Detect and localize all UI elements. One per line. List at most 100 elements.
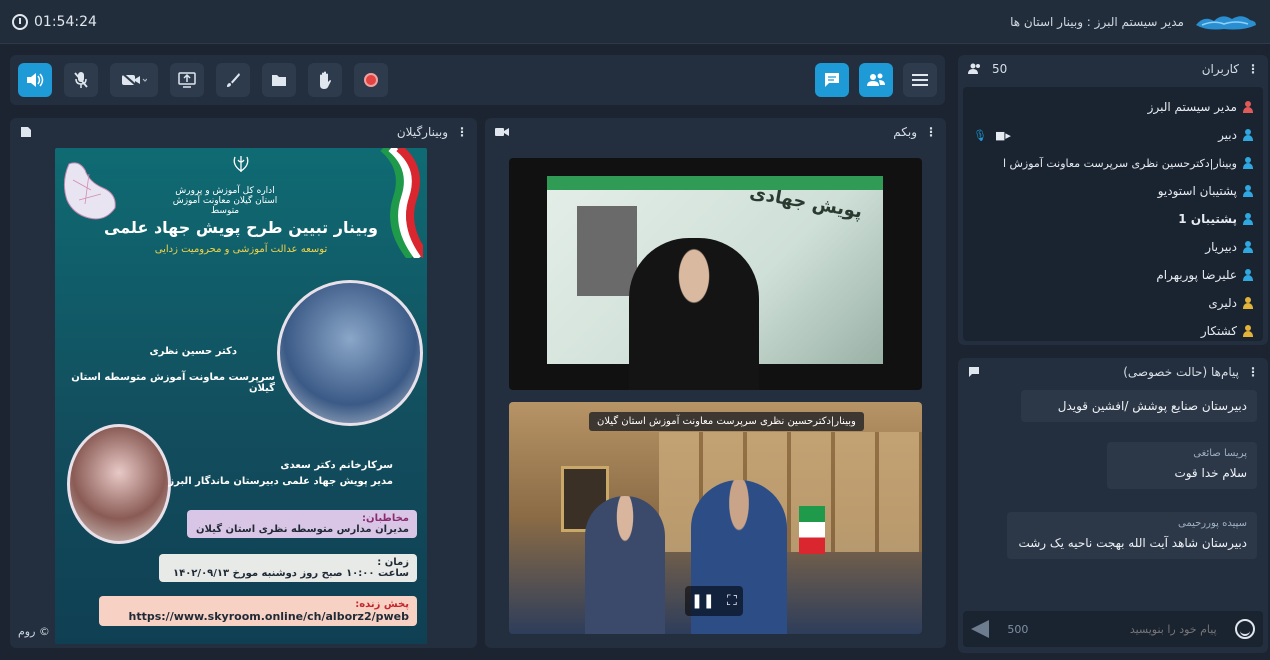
- message-body: سلام خدا قوت: [1174, 466, 1247, 480]
- poster-org: اداره کل آموزش و پرورش استان گیلان معاون…: [172, 186, 278, 216]
- webinar-poster: اداره کل آموزش و پرورش استان گیلان معاون…: [55, 148, 427, 644]
- chat-input-bar: 500: [963, 611, 1263, 647]
- user-row[interactable]: 🎙 ■▸ دبیر: [963, 121, 1263, 149]
- panel-options-icon[interactable]: ⋮: [456, 125, 468, 139]
- video-controls: ❚❚ ⛶: [685, 586, 743, 616]
- webcam-options-icon[interactable]: ⋮: [925, 125, 937, 139]
- chat-bubble-icon: [969, 367, 979, 377]
- emoji-icon[interactable]: [1234, 619, 1255, 639]
- time-text: ساعت ۱۰:۰۰ صبح روز دوشنبه مورخ ۱۴۰۲/۰۹/۱…: [173, 568, 409, 579]
- audience-label: مخاطبان:: [362, 513, 409, 524]
- user-name: پشتیبان استودیو: [1157, 184, 1237, 198]
- user-row[interactable]: دبیریار: [963, 233, 1263, 261]
- user-name: کشتکار: [1200, 324, 1237, 338]
- menu-button[interactable]: [903, 63, 937, 97]
- speaker-icon: [27, 73, 44, 87]
- presentation-title: وبینارگیلان: [396, 125, 448, 139]
- chat-message: سپیده پوررحیمی دبیرستان شاهد آیت الله به…: [1007, 512, 1257, 559]
- speaker1-photo: [277, 280, 423, 426]
- chat-options-icon[interactable]: ⋮: [1247, 365, 1259, 379]
- user-row[interactable]: مدیر سیستم البرز: [963, 93, 1263, 121]
- poster-subtitle: توسعه عدالت آموزشی و محرومیت زدایی: [154, 244, 328, 255]
- skyroom-logo-icon: [1196, 15, 1256, 29]
- video1-speaker: [629, 238, 759, 390]
- users-panel: 50 ⋮ کاربران مدیر سیستم البرز 🎙 ■▸ دبیر و…: [958, 55, 1268, 345]
- audience-box: مخاطبان: مدیران مدارس متوسطه نظری استان …: [187, 510, 417, 538]
- chat-panel: ⋮ پیام‌ها (حالت خصوصی) دبیرستان صنایع پو…: [958, 358, 1268, 653]
- session-timer: 01:54:24: [12, 13, 97, 30]
- webcam-panel: ⋮ وبکم پویش جهادی وبینار|دکترحسین نظری س…: [485, 118, 946, 648]
- user-name: دلیری: [1208, 296, 1237, 310]
- user-row[interactable]: دلیری: [963, 289, 1263, 317]
- user-row[interactable]: کشتکار: [963, 317, 1263, 345]
- users-icon: [867, 73, 885, 86]
- room-title: مدیر سیستم البرز : وبینار استان ها: [1010, 14, 1184, 29]
- speaker1-role: سرپرست معاونت آموزش متوسطه استان گیلان: [71, 372, 275, 394]
- video2-caption: وبینار|دکترحسین نظری سرپرست معاونت آموزش…: [589, 412, 864, 431]
- live-label: پخش زنده:: [355, 599, 409, 610]
- share-screen-button[interactable]: [170, 63, 204, 97]
- speaker2-role: مدیر پویش جهاد علمی دبیرستان ماندگار الب…: [168, 476, 393, 487]
- slide-photo: [577, 206, 637, 296]
- user-row[interactable]: پشتیبان استودیو: [963, 177, 1263, 205]
- chat-message: پریسا صائغی سلام خدا قوت: [1107, 442, 1257, 489]
- user-row[interactable]: وبینار|دکترحسین نظری سرپرست معاونت آموزش…: [963, 149, 1263, 177]
- mic-icon: 🎙: [973, 128, 987, 142]
- send-icon[interactable]: [971, 620, 989, 638]
- hamburger-icon: [912, 74, 928, 86]
- speaker-button[interactable]: [18, 63, 52, 97]
- user-name: مدیر سیستم البرز: [1147, 100, 1237, 114]
- webcam-video-2[interactable]: وبینار|دکترحسین نظری سرپرست معاونت آموزش…: [509, 402, 922, 634]
- presentation-header: ⋮ وبینارگیلان: [10, 118, 477, 146]
- raise-hand-button[interactable]: [308, 63, 342, 97]
- files-button[interactable]: [262, 63, 296, 97]
- users-toggle-button[interactable]: [859, 63, 893, 97]
- fullscreen-icon[interactable]: ⛶: [727, 593, 737, 609]
- chat-messages: دبیرستان صنایع پوشش /افشین قویدل پریسا ص…: [963, 390, 1263, 602]
- users-count: 50: [992, 62, 1008, 76]
- live-url[interactable]: https://www.skyroom.online/ch/alborz2/pw…: [107, 610, 409, 623]
- chat-toggle-button[interactable]: [815, 63, 849, 97]
- char-count: 500: [1007, 622, 1029, 636]
- pause-icon[interactable]: ❚❚: [691, 593, 714, 609]
- chat-message: دبیرستان صنایع پوشش /افشین قویدل: [1021, 390, 1257, 422]
- user-icon: [1243, 325, 1253, 337]
- webcam-header: ⋮ وبکم: [485, 118, 946, 146]
- webcam-video-1[interactable]: پویش جهادی: [509, 158, 922, 390]
- iran-flag-ribbon-icon: [380, 148, 423, 258]
- time-box: زمان : ساعت ۱۰:۰۰ صبح روز دوشنبه مورخ ۱۴…: [159, 554, 417, 582]
- speaker1-name: دکتر حسین نظری: [149, 346, 237, 357]
- clock-icon: [12, 13, 28, 30]
- camera-off-icon: [121, 72, 147, 88]
- whiteboard-button[interactable]: [216, 63, 250, 97]
- user-icon: [1243, 269, 1253, 281]
- user-row[interactable]: علیرضا پوربهرام: [963, 261, 1263, 289]
- record-button[interactable]: [354, 63, 388, 97]
- webcam-title: وبکم: [893, 125, 917, 139]
- timer-text: 01:54:24: [34, 13, 97, 30]
- users-options-icon[interactable]: ⋮: [1247, 62, 1259, 76]
- audience-text: مدیران مدارس متوسطه نظری استان گیلان: [196, 524, 409, 535]
- chat-input[interactable]: [1046, 622, 1217, 636]
- control-toolbar: [10, 55, 945, 105]
- folder-icon: [272, 75, 286, 86]
- message-body: دبیرستان صنایع پوشش /افشین قویدل: [1057, 399, 1247, 413]
- users-count-icon: [968, 63, 980, 74]
- top-bar: 01:54:24 مدیر سیستم البرز : وبینار استان…: [0, 0, 1270, 44]
- users-title: کاربران: [1201, 62, 1239, 76]
- user-icon: [1243, 101, 1253, 113]
- user-row[interactable]: پشتیبان 1: [963, 205, 1263, 233]
- mic-off-icon: [74, 72, 88, 88]
- camera-button[interactable]: [110, 63, 158, 97]
- share-screen-icon: [178, 72, 196, 88]
- mic-button[interactable]: [64, 63, 98, 97]
- message-body: دبیرستان شاهد آیت الله بهجت ناحیه یک رشت: [1018, 536, 1247, 550]
- live-box: پخش زنده: https://www.skyroom.online/ch/…: [99, 596, 417, 626]
- file-icon: [21, 127, 31, 137]
- chat-header: ⋮ پیام‌ها (حالت خصوصی): [958, 358, 1268, 386]
- camera-icon: ■▸: [994, 128, 1011, 142]
- presentation-footer: روم ©: [18, 625, 50, 638]
- header-brand: مدیر سیستم البرز : وبینار استان ها: [1010, 11, 1258, 33]
- chat-icon: [825, 73, 839, 87]
- iran-emblem-icon: [233, 156, 249, 172]
